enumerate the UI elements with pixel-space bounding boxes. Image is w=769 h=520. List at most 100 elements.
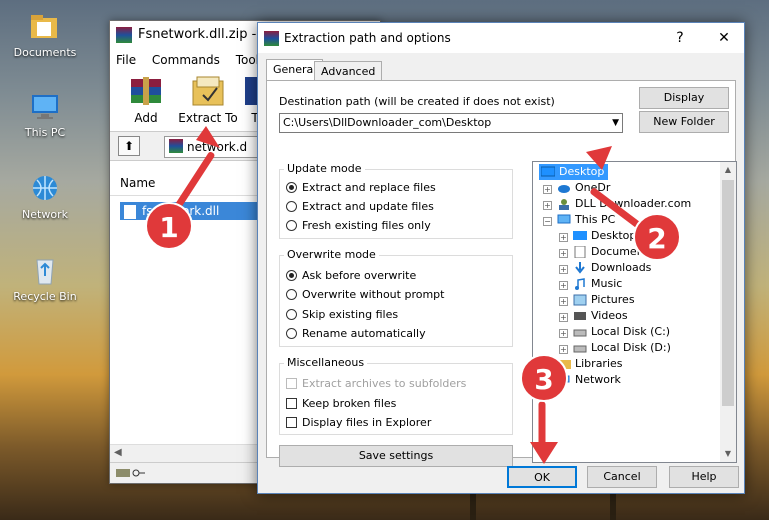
tree-item-label: Libraries bbox=[575, 357, 623, 370]
ok-button[interactable]: OK bbox=[507, 466, 577, 488]
checkbox-indicator[interactable] bbox=[286, 417, 297, 428]
general-tab-panel: Destination path (will be created if doe… bbox=[266, 80, 737, 467]
expand-icon[interactable]: + bbox=[559, 265, 568, 274]
tree-item-label: DLL Downloader.com bbox=[575, 197, 692, 210]
tree-item-label: Local Disk (D:) bbox=[591, 341, 671, 354]
up-folder-button[interactable]: ⬆ bbox=[118, 136, 140, 156]
user-icon bbox=[557, 198, 571, 210]
expand-icon[interactable]: + bbox=[559, 233, 568, 242]
video-icon bbox=[573, 310, 587, 322]
checkbox-keep-broken-files[interactable]: Keep broken files bbox=[286, 396, 396, 412]
radio-extract-replace[interactable]: Extract and replace files bbox=[286, 180, 436, 196]
desktop-icon-network[interactable]: Network bbox=[0, 174, 90, 221]
radio-indicator[interactable] bbox=[286, 309, 297, 320]
dialog-title-bar[interactable]: Extraction path and options ? ✕ bbox=[258, 23, 744, 53]
radio-indicator[interactable] bbox=[286, 270, 297, 281]
expand-icon[interactable]: + bbox=[559, 249, 568, 258]
option-label: Fresh existing files only bbox=[302, 219, 431, 232]
winrar-title: Fsnetwork.dll.zip - W bbox=[138, 27, 274, 42]
extract-to-button[interactable]: Extract To bbox=[178, 73, 238, 125]
radio-extract-update[interactable]: Extract and update files bbox=[286, 199, 434, 215]
radio-skip-existing[interactable]: Skip existing files bbox=[286, 307, 398, 323]
scroll-left-arrow-icon[interactable]: ◀ bbox=[114, 447, 122, 458]
tree-item-downloads[interactable]: Downloads bbox=[571, 260, 651, 276]
folder-tree[interactable]: Desktop + OneDr + DLL Downloader.com − T… bbox=[532, 161, 737, 463]
tab-advanced[interactable]: Advanced bbox=[314, 61, 383, 82]
radio-ask-before-overwrite[interactable]: Ask before overwrite bbox=[286, 268, 416, 284]
option-label: Keep broken files bbox=[302, 397, 397, 410]
expand-icon[interactable]: + bbox=[559, 313, 568, 322]
add-button[interactable]: Add bbox=[116, 73, 176, 125]
help-button[interactable]: Help bbox=[669, 466, 739, 488]
desktop-icon-this-pc[interactable]: This PC bbox=[0, 92, 90, 139]
tree-item-videos[interactable]: Videos bbox=[571, 308, 628, 324]
chevron-down-icon[interactable]: ▼ bbox=[612, 114, 619, 132]
update-mode-title: Update mode bbox=[284, 162, 365, 175]
tree-item-label: Pictures bbox=[591, 293, 635, 306]
radio-indicator[interactable] bbox=[286, 220, 297, 231]
download-arrow-icon bbox=[573, 262, 587, 274]
miscellaneous-group: Miscellaneous Extract archives to subfol… bbox=[279, 356, 513, 435]
radio-indicator[interactable] bbox=[286, 289, 297, 300]
radio-overwrite-without-prompt[interactable]: Overwrite without prompt bbox=[286, 287, 444, 303]
cancel-button[interactable]: Cancel bbox=[587, 466, 657, 488]
radio-indicator[interactable] bbox=[286, 182, 297, 193]
expand-icon[interactable]: + bbox=[543, 201, 552, 210]
tree-item-music[interactable]: Music bbox=[571, 276, 622, 292]
desktop-icon-recycle-bin[interactable]: Recycle Bin bbox=[0, 256, 90, 303]
radio-fresh-existing[interactable]: Fresh existing files only bbox=[286, 218, 431, 234]
scroll-thumb[interactable] bbox=[722, 180, 734, 406]
checkbox-extract-to-subfolders: Extract archives to subfolders bbox=[286, 376, 466, 392]
option-label: Extract and replace files bbox=[302, 181, 436, 194]
expand-icon[interactable]: + bbox=[559, 281, 568, 290]
option-label: Rename automatically bbox=[302, 327, 426, 340]
tree-vertical-scrollbar[interactable]: ▲ ▼ bbox=[720, 162, 736, 462]
tree-item-label: Desktop bbox=[591, 229, 637, 242]
checkbox-display-in-explorer[interactable]: Display files in Explorer bbox=[286, 415, 431, 431]
help-title-button[interactable]: ? bbox=[660, 23, 700, 53]
network-icon bbox=[28, 174, 62, 204]
checkbox-indicator[interactable] bbox=[286, 398, 297, 409]
option-label: Extract archives to subfolders bbox=[302, 377, 467, 390]
tree-item-pc-desktop[interactable]: Desktop bbox=[571, 228, 636, 244]
tree-item-this-pc[interactable]: This PC bbox=[555, 212, 615, 228]
overwrite-mode-group: Overwrite mode Ask before overwrite Over… bbox=[279, 248, 513, 347]
tree-item-local-disk-d[interactable]: Local Disk (D:) bbox=[571, 340, 671, 356]
destination-path-combobox[interactable]: C:\Users\DllDownloader_com\Desktop ▼ bbox=[279, 113, 623, 133]
dialog-title: Extraction path and options bbox=[284, 31, 451, 45]
expand-icon[interactable]: + bbox=[559, 329, 568, 338]
display-button[interactable]: Display bbox=[639, 87, 729, 109]
recycle-bin-icon bbox=[28, 256, 62, 286]
drive-icon bbox=[573, 342, 587, 354]
tree-item-pictures[interactable]: Pictures bbox=[571, 292, 635, 308]
destination-path-value: C:\Users\DllDownloader_com\Desktop bbox=[283, 116, 492, 129]
scroll-down-arrow-icon[interactable]: ▼ bbox=[720, 446, 736, 462]
expand-icon[interactable]: + bbox=[559, 345, 568, 354]
expand-icon[interactable]: + bbox=[543, 185, 552, 194]
new-folder-button[interactable]: New Folder bbox=[639, 111, 729, 133]
radio-indicator[interactable] bbox=[286, 201, 297, 212]
desktop-icon-documents[interactable]: Documents bbox=[0, 12, 90, 59]
annotation-arrowhead-1 bbox=[196, 126, 220, 148]
expand-icon[interactable]: + bbox=[559, 297, 568, 306]
winrar-app-icon bbox=[264, 31, 279, 46]
tree-item-local-disk-c[interactable]: Local Disk (C:) bbox=[571, 324, 670, 340]
option-label: Overwrite without prompt bbox=[302, 288, 445, 301]
save-settings-button[interactable]: Save settings bbox=[279, 445, 513, 467]
dll-file-icon bbox=[123, 204, 137, 220]
tree-item-label: This PC bbox=[575, 213, 616, 226]
file-row[interactable]: fsnetwork.dll bbox=[120, 202, 272, 220]
close-icon[interactable]: ✕ bbox=[704, 23, 744, 53]
radio-indicator[interactable] bbox=[286, 328, 297, 339]
extraction-dialog[interactable]: Extraction path and options ? ✕ General … bbox=[257, 22, 745, 494]
step-badge-1: 1 bbox=[145, 202, 193, 250]
radio-rename-automatically[interactable]: Rename automatically bbox=[286, 326, 426, 342]
scroll-up-arrow-icon[interactable]: ▲ bbox=[720, 162, 736, 178]
tree-item-label: Music bbox=[591, 277, 623, 290]
tree-item-label: Videos bbox=[591, 309, 628, 322]
menu-commands[interactable]: Commands bbox=[152, 53, 220, 67]
collapse-icon[interactable]: − bbox=[543, 217, 552, 226]
menu-file[interactable]: File bbox=[116, 53, 136, 67]
option-label: Ask before overwrite bbox=[302, 269, 417, 282]
desktop-icon-label: This PC bbox=[24, 126, 66, 139]
